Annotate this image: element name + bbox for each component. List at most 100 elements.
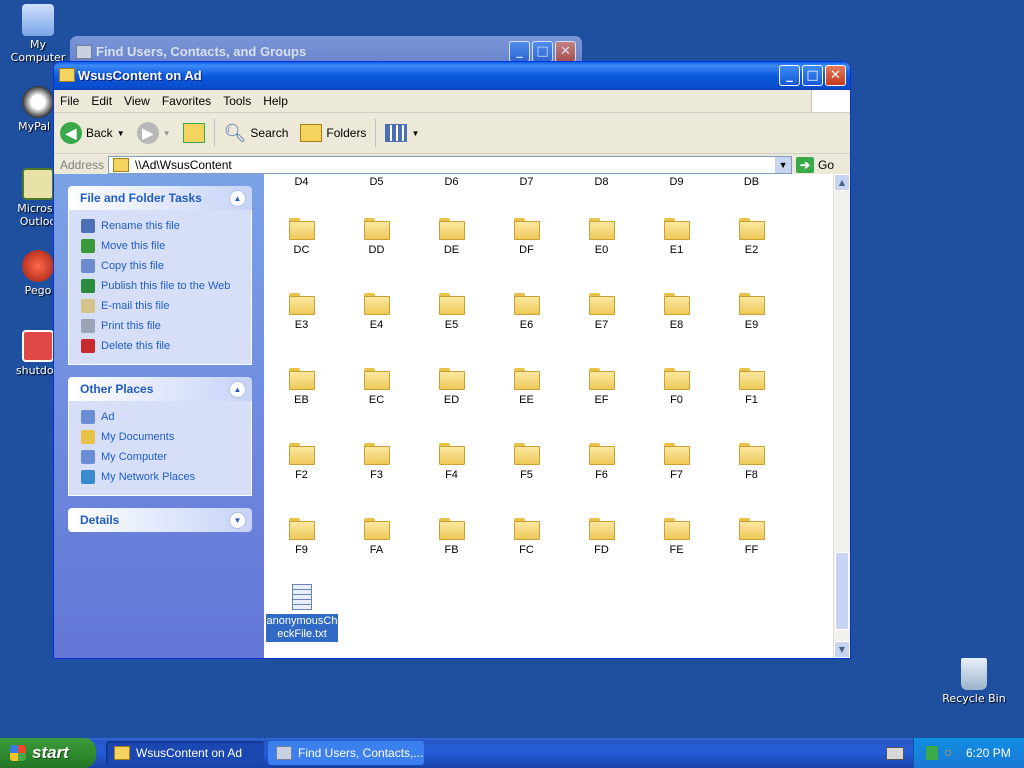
chevron-down-icon[interactable]: ▼	[117, 129, 125, 138]
scroll-down-arrow-icon[interactable]: ▼	[834, 641, 850, 658]
chevron-up-icon[interactable]: ▲	[229, 190, 246, 207]
keyboard-icon[interactable]	[886, 747, 904, 760]
task-link[interactable]: Rename this file	[81, 216, 251, 236]
folder-item[interactable]: F2	[264, 443, 339, 481]
folder-item[interactable]: E6	[489, 293, 564, 331]
vertical-scrollbar[interactable]: ▲ ▼	[833, 174, 850, 658]
search-tray-icon[interactable]: ○	[944, 744, 952, 760]
start-button[interactable]: start	[0, 738, 96, 768]
menu-file[interactable]: File	[54, 94, 85, 108]
close-button[interactable]: ✕	[825, 65, 846, 86]
task-link[interactable]: My Network Places	[81, 467, 251, 487]
task-link[interactable]: Copy this file	[81, 256, 251, 276]
maximize-button[interactable]: □	[802, 65, 823, 86]
folder-label: D6	[444, 176, 459, 188]
folder-item[interactable]: FD	[564, 518, 639, 556]
clock[interactable]: 6:20 PM	[966, 746, 1011, 760]
task-link[interactable]: My Computer	[81, 447, 251, 467]
taskbar-item-find-users[interactable]: Find Users, Contacts,...	[268, 741, 424, 765]
folder-item[interactable]: E8	[639, 293, 714, 331]
file-list-view[interactable]: D4 D5 D6 D7 D8 D9 DB DC DD DE DF E0 E1 E2 E3 E4 E5 E6 E7 E8…	[264, 174, 850, 658]
folder-item[interactable]: E4	[339, 293, 414, 331]
back-button[interactable]: ◀ Back ▼	[54, 117, 131, 149]
folder-item[interactable]: F5	[489, 443, 564, 481]
folders-button[interactable]: Folders	[294, 117, 372, 149]
folder-item[interactable]: EE	[489, 368, 564, 406]
task-link[interactable]: Move this file	[81, 236, 251, 256]
views-button[interactable]: ▼	[379, 117, 425, 149]
file-folder-tasks-header[interactable]: File and Folder Tasks ▲	[68, 186, 252, 210]
other-places-header[interactable]: Other Places ▲	[68, 377, 252, 401]
scroll-thumb[interactable]	[835, 552, 849, 630]
folder-item[interactable]: FC	[489, 518, 564, 556]
folder-item[interactable]: EB	[264, 368, 339, 406]
folder-item[interactable]: FB	[414, 518, 489, 556]
file-anonymous-check[interactable]: anonymousCheckFile.txt	[266, 584, 338, 642]
up-folder-button[interactable]	[177, 117, 211, 149]
menu-tools[interactable]: Tools	[217, 94, 257, 108]
folder-item[interactable]: F7	[639, 443, 714, 481]
task-link[interactable]: E-mail this file	[81, 296, 251, 316]
task-link[interactable]: My Documents	[81, 427, 251, 447]
folder-item[interactable]: DB	[714, 176, 789, 188]
folder-item[interactable]: E3	[264, 293, 339, 331]
folder-item[interactable]: DE	[414, 218, 489, 256]
folder-item[interactable]: E7	[564, 293, 639, 331]
task-link[interactable]: Ad	[81, 407, 251, 427]
search-button[interactable]: 🔍︎ Search	[218, 117, 295, 149]
folder-item[interactable]: F3	[339, 443, 414, 481]
details-panel: Details ▼	[68, 508, 252, 532]
bg-maximize-button[interactable]: □	[532, 41, 553, 62]
folder-item[interactable]: E9	[714, 293, 789, 331]
folder-item[interactable]: EF	[564, 368, 639, 406]
details-header[interactable]: Details ▼	[68, 508, 252, 532]
menu-help[interactable]: Help	[257, 94, 294, 108]
taskbar-item-wsuscontent[interactable]: WsusContent on Ad	[106, 741, 264, 765]
desktop-icon-my-computer[interactable]: My Computer	[2, 4, 74, 64]
folder-item[interactable]: F6	[564, 443, 639, 481]
folder-item[interactable]: D5	[339, 176, 414, 188]
task-link[interactable]: Delete this file	[81, 336, 251, 356]
folder-item[interactable]: F0	[639, 368, 714, 406]
folder-item[interactable]: F9	[264, 518, 339, 556]
folder-item[interactable]: D6	[414, 176, 489, 188]
chevron-up-icon[interactable]: ▲	[229, 381, 246, 398]
folder-item[interactable]: DD	[339, 218, 414, 256]
folder-item[interactable]: F8	[714, 443, 789, 481]
minimize-button[interactable]: _	[779, 65, 800, 86]
folder-item[interactable]: EC	[339, 368, 414, 406]
task-link[interactable]: Publish this file to the Web	[81, 276, 251, 296]
scroll-up-arrow-icon[interactable]: ▲	[834, 174, 850, 191]
folder-item[interactable]: DC	[264, 218, 339, 256]
folder-item[interactable]: F1	[714, 368, 789, 406]
network-status-icon[interactable]	[926, 746, 938, 760]
folder-item[interactable]: D9	[639, 176, 714, 188]
menu-edit[interactable]: Edit	[85, 94, 118, 108]
title-bar[interactable]: WsusContent on Ad _ □ ✕	[54, 62, 850, 90]
go-button[interactable]: ➔ Go	[796, 157, 834, 173]
folder-item[interactable]: D4	[264, 176, 339, 188]
address-input[interactable]: \\Ad\WsusContent ▼	[108, 156, 793, 174]
folder-item[interactable]: D8	[564, 176, 639, 188]
folder-item[interactable]: FE	[639, 518, 714, 556]
task-link[interactable]: Print this file	[81, 316, 251, 336]
folder-item[interactable]: F4	[414, 443, 489, 481]
folder-item[interactable]: E2	[714, 218, 789, 256]
folder-item[interactable]: E0	[564, 218, 639, 256]
folder-item[interactable]: E1	[639, 218, 714, 256]
folder-item[interactable]: DF	[489, 218, 564, 256]
bg-minimize-button[interactable]: _	[509, 41, 530, 62]
folder-item[interactable]: FF	[714, 518, 789, 556]
chevron-down-icon[interactable]: ▼	[229, 512, 246, 529]
menu-favorites[interactable]: Favorites	[156, 94, 217, 108]
desktop-icon-recycle-bin[interactable]: Recycle Bin	[938, 658, 1010, 705]
folder-item[interactable]: FA	[339, 518, 414, 556]
bg-close-button[interactable]: ✕	[555, 41, 576, 62]
folder-item[interactable]: D7	[489, 176, 564, 188]
menu-view[interactable]: View	[118, 94, 156, 108]
chevron-down-icon[interactable]: ▼	[163, 129, 171, 138]
folder-item[interactable]: E5	[414, 293, 489, 331]
chevron-down-icon[interactable]: ▼	[775, 157, 792, 173]
forward-button[interactable]: ▶ ▼	[131, 117, 177, 149]
folder-item[interactable]: ED	[414, 368, 489, 406]
